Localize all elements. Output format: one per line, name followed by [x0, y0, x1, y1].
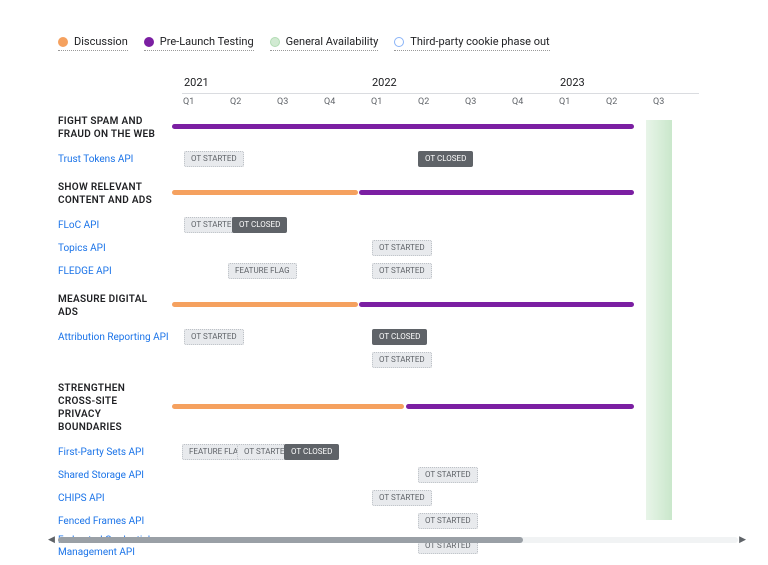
legend: Discussion Pre-Launch Testing General Avai…: [0, 0, 768, 51]
phase-bar: [406, 404, 634, 409]
legend-label: Discussion: [74, 35, 128, 48]
legend-dot-icon: [58, 37, 68, 47]
legend-label: General Availability: [286, 35, 379, 48]
quarter-label: Q3: [276, 93, 323, 107]
api-link[interactable]: Trust Tokens API: [0, 154, 182, 166]
legend-item[interactable]: General Availability: [270, 35, 379, 51]
phase-bar: [359, 190, 634, 195]
legend-item[interactable]: Third-party cookie phase out: [394, 35, 549, 51]
api-link[interactable]: FLoC API: [0, 220, 182, 232]
api-link[interactable]: Shared Storage API: [0, 470, 182, 482]
milestone-tag: OT CLOSED: [284, 444, 339, 460]
year-label: 2023: [560, 76, 748, 89]
phase-bar: [172, 190, 358, 195]
scrollbar-thumb[interactable]: [58, 537, 523, 543]
legend-dot-icon: [144, 37, 154, 47]
quarter-label: Q1: [370, 93, 417, 107]
section-header: FIGHT SPAM AND FRAUD ON THE WEB: [0, 107, 170, 147]
scroll-left-icon[interactable]: ◀: [48, 535, 55, 545]
api-link[interactable]: FLEDGE API: [0, 266, 182, 278]
quarter-label: Q3: [652, 93, 699, 107]
milestone-tag: OT STARTED: [418, 513, 478, 529]
quarter-row: Q1Q2Q3Q4Q1Q2Q3Q4Q1Q2Q3: [182, 93, 768, 107]
general-availability-zone: [646, 120, 672, 520]
milestone-tag: OT STARTED: [184, 329, 244, 345]
quarter-label: Q1: [558, 93, 605, 107]
quarter-label: Q2: [229, 93, 276, 107]
milestone-tag: OT STARTED: [184, 151, 244, 167]
legend-dot-icon: [270, 37, 280, 47]
year-label: 2021: [184, 76, 372, 89]
milestone-tag: FEATURE FLAG: [228, 263, 297, 279]
year-label: 2022: [372, 76, 560, 89]
api-link[interactable]: Topics API: [0, 243, 182, 255]
milestone-tag: OT STARTED: [418, 467, 478, 483]
quarter-label: Q1: [182, 93, 229, 107]
legend-label: Third-party cookie phase out: [410, 35, 549, 48]
quarter-label: Q4: [511, 93, 558, 107]
timeline-header: 202120222023 Q1Q2Q3Q4Q1Q2Q3Q4Q1Q2Q3: [0, 76, 768, 107]
milestone-tag: OT CLOSED: [418, 151, 473, 167]
api-link[interactable]: Fenced Frames API: [0, 516, 182, 528]
milestone-tag: OT CLOSED: [232, 217, 287, 233]
legend-item[interactable]: Pre-Launch Testing: [144, 35, 254, 51]
legend-label: Pre-Launch Testing: [160, 35, 254, 48]
quarter-label: Q4: [323, 93, 370, 107]
section-bar-track: [170, 296, 768, 314]
phase-bar: [172, 404, 404, 409]
section-bar-track: [170, 118, 768, 136]
phase-bar: [172, 124, 634, 129]
api-link[interactable]: Attribution Reporting API: [0, 332, 182, 344]
milestone-tag: OT STARTED: [372, 240, 432, 256]
milestone-tag: OT CLOSED: [372, 329, 427, 345]
milestone-tag: OT STARTED: [372, 263, 432, 279]
section-header: MEASURE DIGITAL ADS: [0, 285, 170, 325]
api-link[interactable]: First-Party Sets API: [0, 447, 182, 459]
milestone-tag: OT STARTED: [372, 352, 432, 368]
scroll-right-icon[interactable]: ▶: [739, 535, 746, 545]
legend-item[interactable]: Discussion: [58, 35, 128, 51]
quarter-label: Q2: [605, 93, 652, 107]
section-bar-track: [170, 184, 768, 202]
section-header: SHOW RELEVANT CONTENT AND ADS: [0, 173, 170, 213]
legend-dot-icon: [394, 37, 404, 47]
section-bar-track: [170, 398, 768, 416]
horizontal-scrollbar[interactable]: [58, 537, 738, 543]
section-header: STRENGTHEN CROSS-SITE PRIVACY BOUNDARIES: [0, 374, 170, 440]
year-row: 202120222023: [182, 76, 768, 89]
milestone-tag: OT STARTED: [372, 490, 432, 506]
phase-bar: [172, 302, 358, 307]
quarter-label: Q3: [464, 93, 511, 107]
quarter-label: Q2: [417, 93, 464, 107]
api-link[interactable]: CHIPS API: [0, 493, 182, 505]
phase-bar: [359, 302, 634, 307]
